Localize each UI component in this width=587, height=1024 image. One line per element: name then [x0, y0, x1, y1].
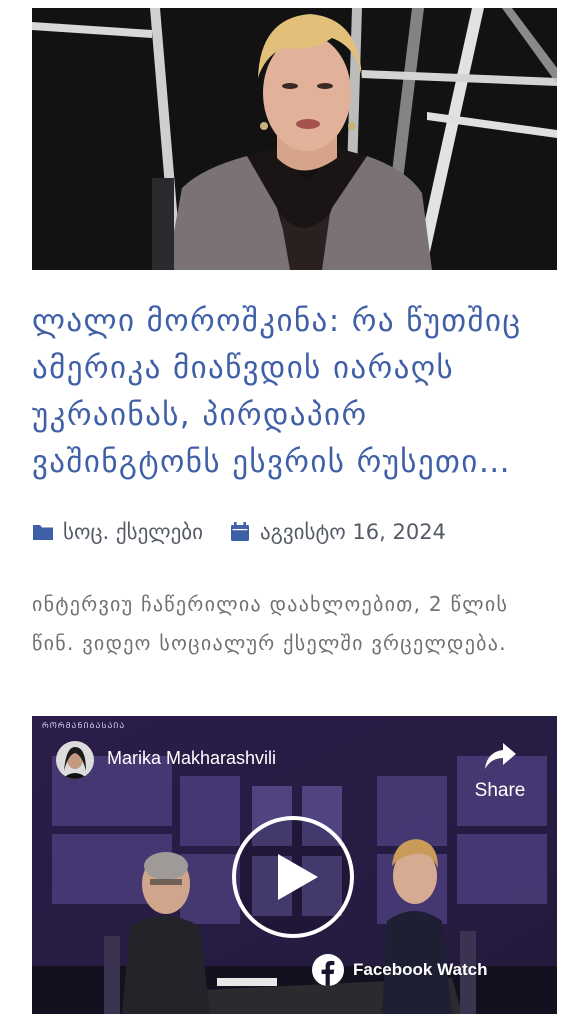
facebook-video-embed[interactable]: ᲠᲝᲠᲛᲐᲜᲘᲑᲐᲡᲐᲘᲐ Marika Makharashvili Share… [32, 716, 557, 1014]
play-button[interactable] [232, 816, 354, 938]
share-label: Share [474, 780, 526, 801]
studio-tag: ᲠᲝᲠᲛᲐᲜᲘᲑᲐᲡᲐᲘᲐ [42, 721, 126, 730]
date-label: აგვისტო 16, 2024 [260, 520, 446, 544]
facebook-watch-badge[interactable]: Facebook Watch [312, 954, 487, 986]
facebook-watch-label: Facebook Watch [353, 960, 488, 979]
play-icon [278, 854, 318, 900]
avatar[interactable] [56, 741, 94, 779]
article-hero-image[interactable] [32, 8, 557, 270]
date-meta: აგვისტო 16, 2024 [229, 520, 446, 544]
share-icon [483, 740, 517, 772]
category-meta[interactable]: სოც. ქსელები [32, 520, 203, 544]
article-meta: სოც. ქსელები აგვისტო 16, 2024 [32, 516, 446, 548]
video-author-name[interactable]: Marika Makharashvili [107, 748, 276, 769]
calendar-icon [229, 521, 251, 543]
article-excerpt: ინტერვიუ ჩაწერილია დაახლოებით, 2 წლის წი… [32, 592, 509, 655]
share-button[interactable]: Share [464, 740, 536, 802]
folder-icon [32, 521, 54, 543]
article-title[interactable]: ლალი მოროშკინა: რა წუთშიც ამერიკა მიაწვდ… [32, 298, 562, 486]
facebook-icon [312, 954, 344, 986]
category-label[interactable]: სოც. ქსელები [63, 520, 203, 544]
